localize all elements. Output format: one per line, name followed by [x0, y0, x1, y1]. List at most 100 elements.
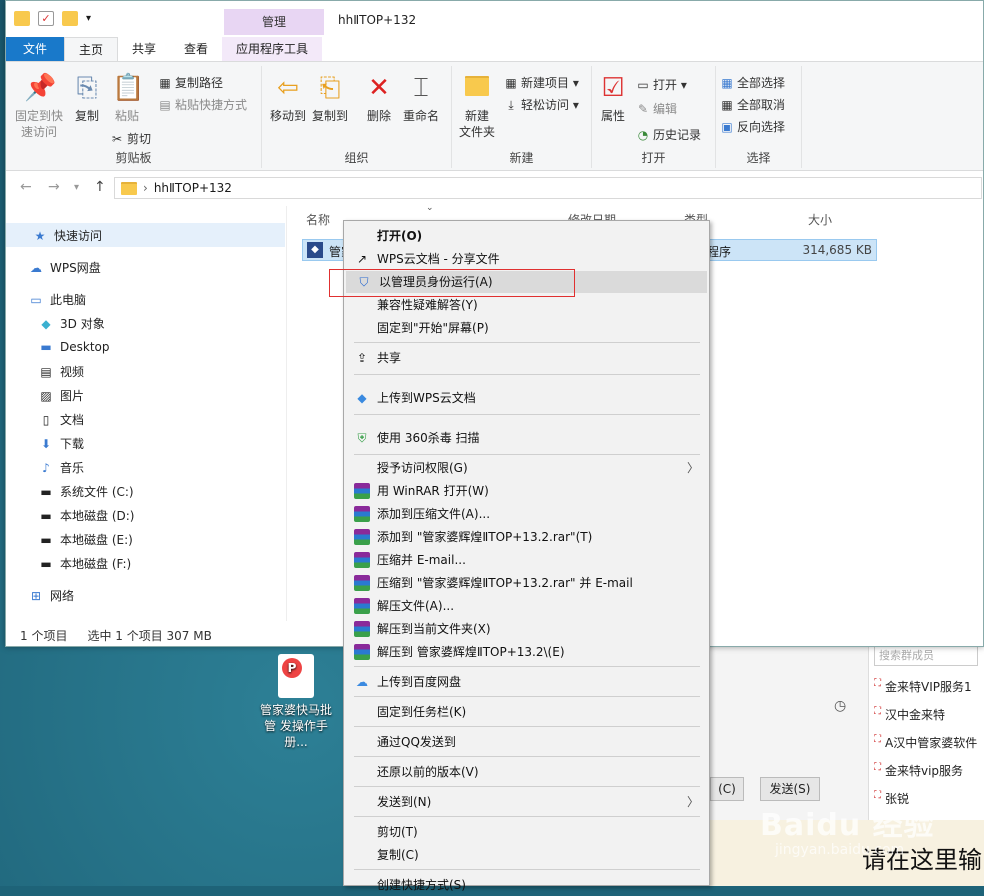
open-button[interactable]: ▭ 打开 ▾ — [636, 76, 687, 93]
nav-item-downloads[interactable]: ⬇ 下载 — [38, 435, 84, 452]
address-input[interactable]: › hhⅡTOP+132 — [114, 177, 982, 199]
menu-item-winrar-open[interactable]: 用 WinRAR 打开(W) — [344, 480, 709, 502]
menu-item-open[interactable]: 打开(O) — [344, 225, 709, 247]
new-item-button[interactable]: ▦ 新建项目 ▾ — [504, 74, 579, 91]
menu-item-share[interactable]: ⇪ 共享 — [344, 347, 709, 369]
recent-dropdown-icon[interactable]: ▾ — [74, 182, 79, 193]
menu-item-pin-taskbar[interactable]: 固定到任务栏(K) — [344, 701, 709, 723]
edit-button[interactable]: ✎ 编辑 — [636, 100, 677, 117]
winrar-icon — [354, 506, 370, 522]
nav-item-drive-f[interactable]: ▬ 本地磁盘 (F:) — [38, 555, 131, 572]
nav-item-videos[interactable]: ▤ 视频 — [38, 363, 84, 380]
menu-item-compress-email[interactable]: 压缩并 E-mail... — [344, 549, 709, 571]
rename-button[interactable]: ⌶ 重命名 — [400, 72, 442, 124]
menu-item-360-scan[interactable]: ⛨ 使用 360杀毒 扫描 — [344, 427, 709, 449]
menu-item-extract-to[interactable]: 解压到 管家婆辉煌ⅡTOP+13.2\(E) — [344, 641, 709, 663]
menu-item-extract[interactable]: 解压文件(A)... — [344, 595, 709, 617]
paste-shortcut-button[interactable]: ▤ 粘贴快捷方式 — [158, 96, 247, 113]
member-item[interactable]: ⛶ 汉中金来特 — [874, 706, 984, 723]
cut-button[interactable]: ✂ 剪切 — [110, 130, 151, 147]
clock-icon[interactable]: ◷ — [834, 698, 846, 714]
back-icon[interactable]: ← — [20, 179, 32, 195]
up-icon[interactable]: ↑ — [94, 179, 106, 195]
tab-app-tools[interactable]: 应用程序工具 — [222, 37, 323, 61]
menu-item-add-archive[interactable]: 添加到压缩文件(A)... — [344, 503, 709, 525]
delete-button[interactable]: ✕ 删除 — [362, 72, 396, 124]
nav-item-music[interactable]: ♪ 音乐 — [38, 459, 84, 476]
drive-icon: ▬ — [40, 508, 52, 523]
properties-icon: ☑ — [601, 73, 625, 103]
tab-home[interactable]: 主页 — [64, 37, 119, 61]
member-item[interactable]: ⛶ 金来特vip服务 — [874, 762, 984, 779]
member-item[interactable]: ⛶ 金来特VIP服务1 — [874, 678, 984, 695]
invert-selection-button[interactable]: ▣ 反向选择 — [720, 118, 785, 135]
menu-item-send-to[interactable]: 发送到(N) 〉 — [344, 791, 709, 813]
column-name[interactable]: 名称 — [306, 211, 330, 228]
properties-icon[interactable]: ✓ — [38, 11, 54, 26]
navigation-pane: ★ 快速访问 ☁ WPS网盘 ▭ 此电脑 ◆ 3D 对象 ▬ Desktop ▤ 视频 ▨ 图… — [6, 219, 288, 619]
desktop-icon-manual[interactable]: P 管家婆快马批 管 发操作手册... — [256, 654, 336, 750]
copy-to-button[interactable]: ⎗ 复制到 — [310, 72, 350, 124]
nav-item-drive-d[interactable]: ▬ 本地磁盘 (D:) — [38, 507, 134, 524]
nav-item-network[interactable]: ⊞ 网络 — [28, 587, 74, 604]
folder-icon — [14, 11, 30, 26]
select-none-button[interactable]: ▦ 全部取消 — [720, 96, 785, 113]
nav-item-desktop[interactable]: ▬ Desktop — [38, 339, 109, 355]
nav-item-drive-c[interactable]: ▬ 系统文件 (C:) — [38, 483, 133, 500]
member-search-input[interactable]: 搜索群成员 — [874, 646, 978, 666]
menu-item-baidu-upload[interactable]: ☁ 上传到百度网盘 — [344, 671, 709, 693]
breadcrumb[interactable]: hhⅡTOP+132 — [154, 181, 232, 195]
picture-icon: ▨ — [40, 388, 52, 403]
menu-item-copy[interactable]: 复制(C) — [344, 844, 709, 866]
new-folder-button[interactable]: 新建 文件夹 — [456, 72, 498, 140]
copy-icon: ⎘ — [76, 73, 98, 103]
tab-share[interactable]: 共享 — [118, 37, 170, 61]
member-item[interactable]: ⛶ A汉中管家婆软件 — [874, 734, 984, 751]
menu-separator — [354, 869, 700, 870]
copy-path-button[interactable]: ▦ 复制路径 — [158, 74, 223, 91]
menu-item-upload-wps[interactable]: ◆ 上传到WPS云文档 — [344, 387, 709, 409]
nav-item-documents[interactable]: ▯ 文档 — [38, 411, 84, 428]
menu-item-add-rar[interactable]: 添加到 "管家婆辉煌ⅡTOP+13.2.rar"(T) — [344, 526, 709, 548]
menu-item-qq-send[interactable]: 通过QQ发送到 — [344, 731, 709, 753]
nav-item-3d-objects[interactable]: ◆ 3D 对象 — [38, 315, 104, 332]
paste-button[interactable]: 📋 粘贴 — [110, 72, 144, 124]
menu-item-compat[interactable]: 兼容性疑难解答(Y) — [344, 294, 709, 316]
menu-item-restore-versions[interactable]: 还原以前的版本(V) — [344, 761, 709, 783]
menu-item-wps-share[interactable]: ↗ WPS云文档 - 分享文件 — [344, 248, 709, 270]
menu-item-grant-access[interactable]: 授予访问权限(G) 〉 — [344, 457, 709, 479]
select-all-button[interactable]: ▦ 全部选择 — [720, 74, 785, 91]
move-to-button[interactable]: ⇦ 移动到 — [268, 72, 308, 124]
drive-icon: ▬ — [40, 532, 52, 547]
properties-button[interactable]: ☑ 属性 — [596, 72, 630, 124]
tab-view[interactable]: 查看 — [170, 37, 222, 61]
history-button[interactable]: ◔ 历史记录 — [636, 126, 701, 143]
copy-path-icon: ▦ — [159, 75, 171, 90]
nav-item-quick-access[interactable]: ★ 快速访问 — [32, 227, 102, 244]
nav-item-wps-drive[interactable]: ☁ WPS网盘 — [28, 259, 101, 276]
pin-button[interactable]: 📌 固定到快 速访问 — [12, 72, 66, 140]
easy-access-button[interactable]: ⤓ 轻松访问 ▾ — [504, 96, 579, 113]
column-size[interactable]: 大小 — [808, 211, 832, 228]
nav-item-this-pc[interactable]: ▭ 此电脑 — [28, 291, 86, 308]
menu-item-pin-start[interactable]: 固定到"开始"屏幕(P) — [344, 317, 709, 339]
menu-item-compress-rar-email[interactable]: 压缩到 "管家婆辉煌ⅡTOP+13.2.rar" 并 E-mail — [344, 572, 709, 594]
close-button[interactable]: (C) — [710, 777, 744, 801]
forward-icon[interactable]: → — [48, 179, 60, 195]
menu-item-cut[interactable]: 剪切(T) — [344, 821, 709, 843]
invert-selection-icon: ▣ — [721, 119, 733, 134]
group-organize: ⇦ 移动到 ⎗ 复制到 ✕ 删除 ⌶ 重命名 组织 — [262, 66, 452, 168]
copy-button[interactable]: ⎘ 复制 — [70, 72, 104, 124]
menu-item-extract-here[interactable]: 解压到当前文件夹(X) — [344, 618, 709, 640]
new-folder-icon[interactable] — [62, 11, 78, 26]
baidu-cloud-icon: ☁ — [356, 675, 368, 689]
highlight-box — [329, 269, 575, 297]
app-icon: ◆ — [307, 242, 323, 258]
vip-icon: ⛶ — [874, 678, 881, 689]
dropdown-icon[interactable]: ▾ — [86, 13, 91, 24]
tab-file[interactable]: 文件 — [6, 37, 64, 61]
send-button[interactable]: 发送(S) — [760, 777, 820, 801]
menu-item-create-shortcut[interactable]: 创建快捷方式(S) — [344, 874, 709, 896]
nav-item-pictures[interactable]: ▨ 图片 — [38, 387, 84, 404]
nav-item-drive-e[interactable]: ▬ 本地磁盘 (E:) — [38, 531, 132, 548]
